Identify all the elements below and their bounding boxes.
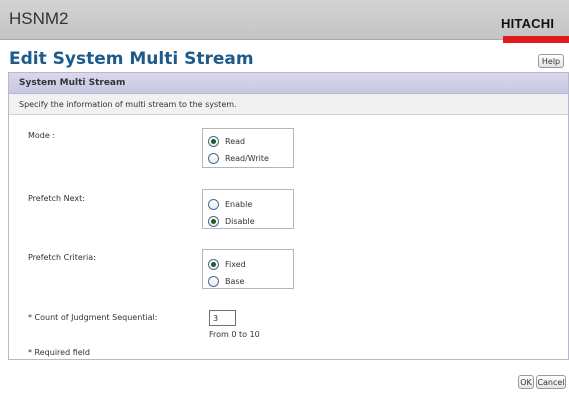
radio-selected-icon[interactable] (208, 258, 219, 270)
prefetch-criteria-option-base-label: Base (225, 276, 245, 286)
prefetch-next-radio-group: Enable Disable (202, 189, 294, 229)
app-header: HSNM2 HITACHI (0, 0, 569, 40)
radio-unselected-icon[interactable] (208, 152, 219, 164)
panel-description-bar: Specify the information of multi stream … (9, 94, 568, 115)
mode-option-read[interactable]: Read (208, 134, 245, 148)
mode-option-readwrite[interactable]: Read/Write (208, 151, 269, 165)
panel-title: System Multi Stream (19, 78, 126, 88)
radio-unselected-icon[interactable] (208, 198, 219, 210)
settings-panel: System Multi Stream Specify the informat… (8, 72, 569, 360)
count-judgment-hint: From 0 to 10 (209, 330, 260, 339)
prefetch-criteria-option-fixed-label: Fixed (225, 259, 246, 269)
mode-option-readwrite-label: Read/Write (225, 153, 269, 163)
help-button[interactable]: Help (538, 54, 564, 68)
count-judgment-input[interactable] (209, 310, 236, 326)
ok-button[interactable]: OK (518, 375, 534, 389)
prefetch-next-option-disable[interactable]: Disable (208, 214, 255, 228)
prefetch-criteria-radio-group: Fixed Base (202, 249, 294, 289)
radio-unselected-icon[interactable] (208, 275, 219, 287)
prefetch-next-option-disable-label: Disable (225, 216, 255, 226)
radio-selected-icon[interactable] (208, 135, 219, 147)
prefetch-next-option-enable-label: Enable (225, 199, 253, 209)
prefetch-criteria-label: Prefetch Criteria: (28, 253, 96, 262)
mode-label: Mode : (28, 131, 56, 140)
brand-underline (503, 36, 569, 43)
prefetch-criteria-option-base[interactable]: Base (208, 274, 244, 288)
prefetch-criteria-option-fixed[interactable]: Fixed (208, 257, 246, 271)
mode-radio-group: Read Read/Write (202, 128, 294, 168)
page-title: Edit System Multi Stream (9, 49, 254, 69)
count-judgment-label: * Count of Judgment Sequential: (28, 313, 158, 322)
radio-selected-icon[interactable] (208, 215, 219, 227)
panel-description: Specify the information of multi stream … (19, 100, 237, 109)
prefetch-next-label: Prefetch Next: (28, 194, 85, 203)
panel-header: System Multi Stream (9, 73, 568, 94)
cancel-button[interactable]: Cancel (536, 375, 566, 389)
brand-logo: HITACHI (501, 16, 555, 31)
mode-option-read-label: Read (225, 136, 246, 146)
prefetch-next-option-enable[interactable]: Enable (208, 197, 252, 211)
required-field-note: * Required field (28, 348, 90, 357)
app-title: HSNM2 (9, 9, 69, 28)
